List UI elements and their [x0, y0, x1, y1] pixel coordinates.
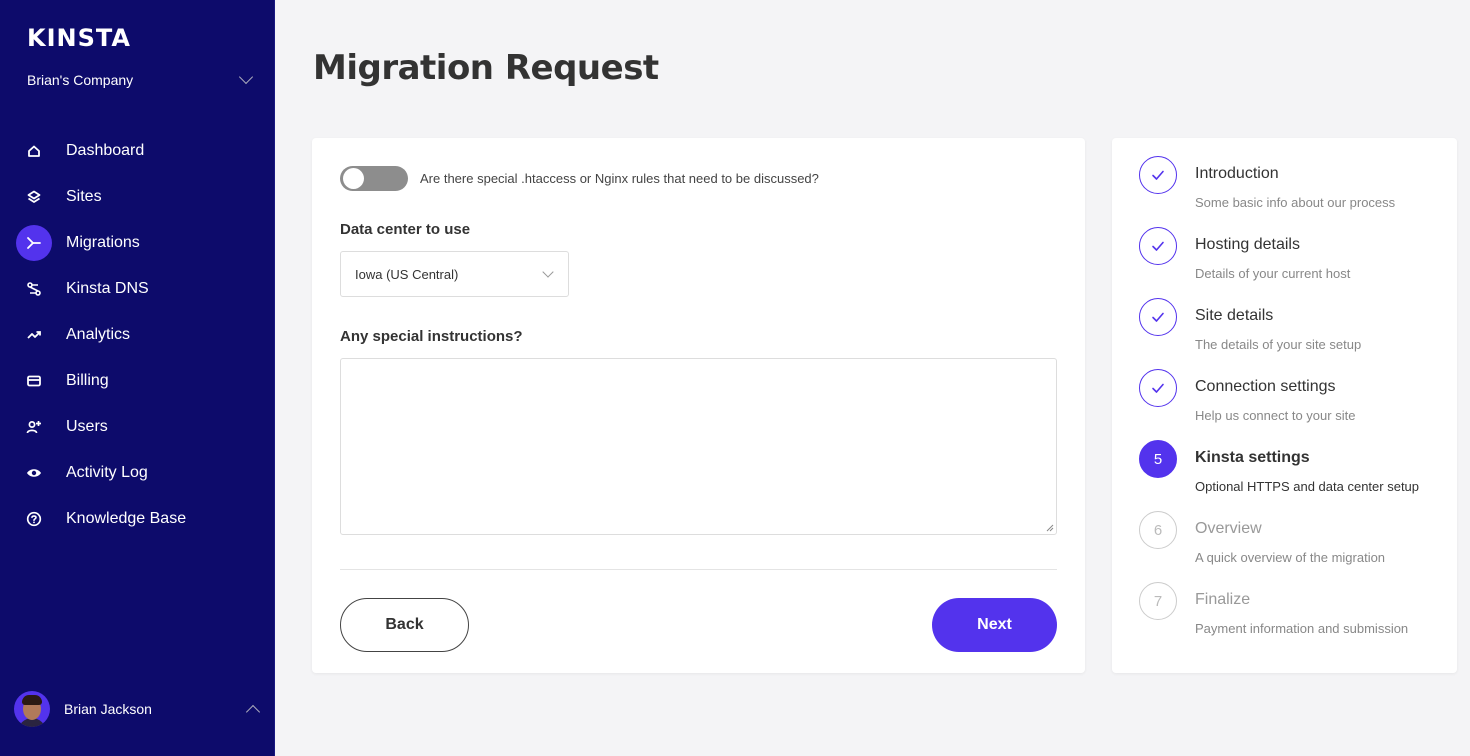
- sidebar-item-kinsta-dns[interactable]: Kinsta DNS: [0, 266, 275, 312]
- step-number: 7: [1139, 582, 1177, 620]
- company-switcher[interactable]: Brian's Company: [27, 69, 257, 90]
- sidebar-item-label: Sites: [66, 188, 102, 205]
- step-number: 6: [1139, 511, 1177, 549]
- step-title: Site details: [1195, 307, 1274, 324]
- instructions-textarea[interactable]: [340, 358, 1057, 535]
- sidebar-nav: Dashboard Sites Migrations Kinsta DNS An…: [0, 128, 275, 542]
- sidebar-item-users[interactable]: Users: [0, 404, 275, 450]
- kinsta-logo[interactable]: KINSTA: [27, 24, 131, 52]
- step-kinsta-settings[interactable]: 5 Kinsta settings Optional HTTPS and dat…: [1139, 440, 1449, 500]
- sidebar-item-dashboard[interactable]: Dashboard: [0, 128, 275, 174]
- sidebar: KINSTA Brian's Company Dashboard Sites M…: [0, 0, 275, 756]
- sidebar-item-label: Users: [66, 418, 108, 435]
- checkmark-icon: [1139, 156, 1177, 194]
- step-description: The details of your site setup: [1195, 337, 1362, 352]
- chevron-down-icon: [542, 266, 554, 278]
- home-icon: [16, 133, 52, 169]
- step-description: A quick overview of the migration: [1195, 550, 1386, 565]
- sidebar-item-label: Knowledge Base: [66, 510, 187, 527]
- step-connection-settings[interactable]: Connection settings Help us connect to y…: [1139, 369, 1449, 429]
- chevron-down-icon: [238, 69, 254, 85]
- steps-panel: Introduction Some basic info about our p…: [1112, 138, 1457, 673]
- resize-handle-icon[interactable]: [1046, 524, 1054, 532]
- back-button[interactable]: Back: [340, 598, 469, 652]
- sidebar-item-label: Kinsta DNS: [66, 280, 149, 297]
- step-description: Some basic info about our process: [1195, 195, 1396, 210]
- step-site-details[interactable]: Site details The details of your site se…: [1139, 298, 1449, 358]
- step-title: Kinsta settings: [1195, 449, 1310, 466]
- add-user-icon: [16, 409, 52, 445]
- company-name: Brian's Company: [27, 72, 134, 88]
- sidebar-item-label: Analytics: [66, 326, 131, 343]
- checkmark-icon: [1139, 369, 1177, 407]
- migration-form-card: Are there special .htaccess or Nginx rul…: [312, 138, 1085, 673]
- step-description: Details of your current host: [1195, 266, 1351, 281]
- divider: [340, 569, 1057, 570]
- trend-icon: [16, 317, 52, 353]
- step-description: Optional HTTPS and data center setup: [1195, 479, 1420, 494]
- sidebar-item-analytics[interactable]: Analytics: [0, 312, 275, 358]
- step-description: Help us connect to your site: [1195, 408, 1356, 423]
- sidebar-item-label: Activity Log: [66, 464, 148, 481]
- datacenter-select[interactable]: Iowa (US Central): [340, 251, 569, 297]
- user-menu[interactable]: Brian Jackson: [14, 690, 264, 728]
- next-button[interactable]: Next: [932, 598, 1057, 652]
- sidebar-item-label: Migrations: [66, 234, 140, 251]
- step-description: Payment information and submission: [1195, 621, 1409, 636]
- help-icon: [16, 501, 52, 537]
- sidebar-item-migrations[interactable]: Migrations: [0, 220, 275, 266]
- sidebar-item-sites[interactable]: Sites: [0, 174, 275, 220]
- instructions-label: Any special instructions?: [340, 328, 523, 345]
- layers-icon: [16, 179, 52, 215]
- step-title: Introduction: [1195, 165, 1279, 182]
- htaccess-toggle-label: Are there special .htaccess or Nginx rul…: [420, 171, 819, 186]
- card-icon: [16, 363, 52, 399]
- step-title: Finalize: [1195, 591, 1251, 608]
- eye-icon: [16, 455, 52, 491]
- user-name: Brian Jackson: [64, 701, 152, 717]
- sidebar-item-billing[interactable]: Billing: [0, 358, 275, 404]
- step-title: Hosting details: [1195, 236, 1300, 253]
- step-title: Overview: [1195, 520, 1262, 537]
- sidebar-item-activity-log[interactable]: Activity Log: [0, 450, 275, 496]
- checkmark-icon: [1139, 227, 1177, 265]
- avatar: [14, 691, 50, 727]
- checkmark-icon: [1139, 298, 1177, 336]
- step-hosting-details[interactable]: Hosting details Details of your current …: [1139, 227, 1449, 287]
- datacenter-label: Data center to use: [340, 221, 471, 238]
- step-title: Connection settings: [1195, 378, 1336, 395]
- page-title: Migration Request: [313, 48, 659, 88]
- dns-icon: [16, 271, 52, 307]
- migration-arrow-icon: [16, 225, 52, 261]
- step-introduction[interactable]: Introduction Some basic info about our p…: [1139, 156, 1449, 216]
- step-overview: 6 Overview A quick overview of the migra…: [1139, 511, 1449, 571]
- sidebar-item-label: Dashboard: [66, 142, 145, 159]
- htaccess-toggle-row: Are there special .htaccess or Nginx rul…: [340, 166, 819, 191]
- sidebar-item-knowledge-base[interactable]: Knowledge Base: [0, 496, 275, 542]
- htaccess-toggle[interactable]: [340, 166, 408, 191]
- step-finalize: 7 Finalize Payment information and submi…: [1139, 582, 1449, 642]
- step-number: 5: [1139, 440, 1177, 478]
- chevron-up-icon: [245, 704, 261, 720]
- sidebar-item-label: Billing: [66, 372, 109, 389]
- datacenter-selected-value: Iowa (US Central): [355, 266, 459, 282]
